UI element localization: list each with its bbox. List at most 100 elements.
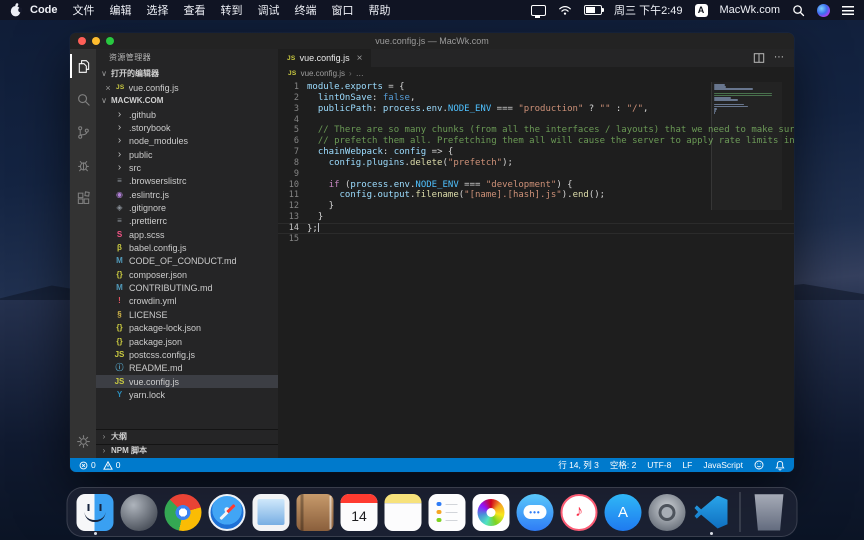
dock-vscode[interactable] [693,494,730,531]
wifi-icon[interactable] [558,4,572,16]
minimize-window-button[interactable] [92,37,100,45]
source-control-icon[interactable] [70,120,96,144]
dock-mail[interactable] [253,494,290,531]
file-row-15[interactable]: §LICENSE [96,308,278,321]
split-editor-icon[interactable] [753,52,765,64]
dock-music[interactable]: ♪ [561,494,598,531]
file-row-14[interactable]: !crowdin.yml [96,295,278,308]
file-row-8[interactable]: ≡.prettierrc [96,215,278,228]
status-item-3[interactable]: LF [682,460,692,470]
dock-calendar[interactable]: 14 [341,494,378,531]
file-row-4[interactable]: ›src [96,161,278,174]
code-line-14[interactable]: 14}; [278,223,794,234]
minimap[interactable] [714,84,780,117]
outline-section[interactable]: › 大纲 [96,429,278,444]
code-line-9[interactable]: 9 [278,169,794,180]
battery-icon[interactable] [584,5,602,15]
status-item-2[interactable]: UTF-8 [647,460,671,470]
menu-item-9[interactable]: 帮助 [369,2,391,18]
open-editors-header[interactable]: ∨ 打开的编辑器 [96,67,278,81]
file-row-2[interactable]: ›node_modules [96,135,278,148]
file-row-12[interactable]: {}composer.json [96,268,278,281]
file-row-13[interactable]: MCONTRIBUTING.md [96,281,278,294]
status-item-0[interactable]: 行 14, 列 3 [558,459,599,471]
menu-item-1[interactable]: 文件 [73,2,95,18]
dock-messages[interactable]: ••• [517,494,554,531]
file-row-18[interactable]: JSpostcss.config.js [96,348,278,361]
code-line-12[interactable]: 12 } [278,201,794,212]
code-line-10[interactable]: 10 if (process.env.NODE_ENV === "develop… [278,180,794,191]
manage-gear-icon[interactable] [70,429,96,453]
code-line-6[interactable]: 6 // prefetch them all. Prefetching them… [278,136,794,147]
input-source-icon[interactable]: A [695,4,708,17]
menu-item-0[interactable]: Code [30,4,58,16]
status-item-1[interactable]: 空格: 2 [610,459,636,471]
dock-finder[interactable] [77,494,114,531]
notification-center-icon[interactable] [842,6,854,15]
close-window-button[interactable] [78,37,86,45]
root-folder-header[interactable]: ∨ MACWK.COM [96,94,278,108]
more-actions-icon[interactable]: ⋯ [774,53,785,63]
menu-item-8[interactable]: 窗口 [332,2,354,18]
code-line-5[interactable]: 5 // There are so many chunks (from all … [278,125,794,136]
file-row-0[interactable]: ›.github [96,108,278,121]
file-row-11[interactable]: MCODE_OF_CONDUCT.md [96,255,278,268]
breadcrumb-file[interactable]: vue.config.js [301,69,345,78]
file-row-17[interactable]: {}package.json [96,335,278,348]
code-line-13[interactable]: 13 } [278,212,794,223]
file-row-1[interactable]: ›.storybook [96,121,278,134]
dock-chrome[interactable] [165,494,202,531]
file-row-19[interactable]: ⓘREADME.md [96,362,278,375]
npm-scripts-section[interactable]: › NPM 脚本 [96,444,278,459]
code-line-8[interactable]: 8 config.plugins.delete("prefetch"); [278,158,794,169]
menu-item-6[interactable]: 调试 [258,2,280,18]
menu-item-7[interactable]: 终端 [295,2,317,18]
dock-photos[interactable] [473,494,510,531]
code-line-15[interactable]: 15 [278,234,794,245]
status-item-4[interactable]: JavaScript [703,460,743,470]
feedback-smiley-icon[interactable] [754,460,764,470]
menu-item-4[interactable]: 查看 [184,2,206,18]
menu-item-5[interactable]: 转到 [221,2,243,18]
tab-vue-config[interactable]: JS vue.config.js × [278,49,371,67]
dock-safari[interactable] [209,494,246,531]
siri-icon[interactable] [817,4,830,17]
debug-icon[interactable] [70,153,96,177]
spotlight-search-icon[interactable] [792,4,805,17]
dock-appstore[interactable]: A [605,494,642,531]
problems-indicator[interactable]: 0 0 [79,460,120,470]
explorer-icon[interactable] [70,54,96,78]
display-icon[interactable] [531,5,546,16]
menu-item-3[interactable]: 选择 [147,2,169,18]
zoom-window-button[interactable] [106,37,114,45]
dock-settings[interactable] [649,494,686,531]
file-row-21[interactable]: Yyarn.lock [96,388,278,401]
file-row-9[interactable]: Sapp.scss [96,228,278,241]
notifications-bell-icon[interactable] [775,460,785,471]
code-editor[interactable]: 1module.exports = {2 lintOnSave: false,3… [278,80,794,458]
file-row-16[interactable]: {}package-lock.json [96,322,278,335]
file-row-10[interactable]: βbabel.config.js [96,241,278,254]
code-line-7[interactable]: 7 chainWebpack: config => { [278,147,794,158]
file-row-20[interactable]: JSvue.config.js [96,375,278,388]
close-icon[interactable]: × [104,83,112,93]
dock-reminders[interactable] [429,494,466,531]
file-row-7[interactable]: ◈.gitignore [96,201,278,214]
file-row-5[interactable]: ≡.browserslistrc [96,175,278,188]
dock-launchpad[interactable] [121,494,158,531]
search-icon[interactable] [70,87,96,111]
file-row-6[interactable]: ◉.eslintrc.js [96,188,278,201]
dock-contacts[interactable] [297,494,334,531]
file-row-3[interactable]: ›public [96,148,278,161]
clock[interactable]: 周三 下午2:49 [614,2,682,18]
window-title-bar[interactable]: vue.config.js — MacWk.com [70,33,794,49]
dock-notes[interactable] [385,494,422,531]
dock-trash[interactable] [751,494,788,531]
menu-item-2[interactable]: 编辑 [110,2,132,18]
code-line-11[interactable]: 11 config.output.filename("[name].[hash]… [278,190,794,201]
breadcrumb[interactable]: JS vue.config.js › … [278,67,794,80]
brand-label[interactable]: MacWk.com [720,4,781,16]
extensions-icon[interactable] [70,186,96,210]
open-editor-vue-config[interactable]: × JS vue.config.js [96,81,278,94]
tab-close-icon[interactable]: × [357,53,363,64]
